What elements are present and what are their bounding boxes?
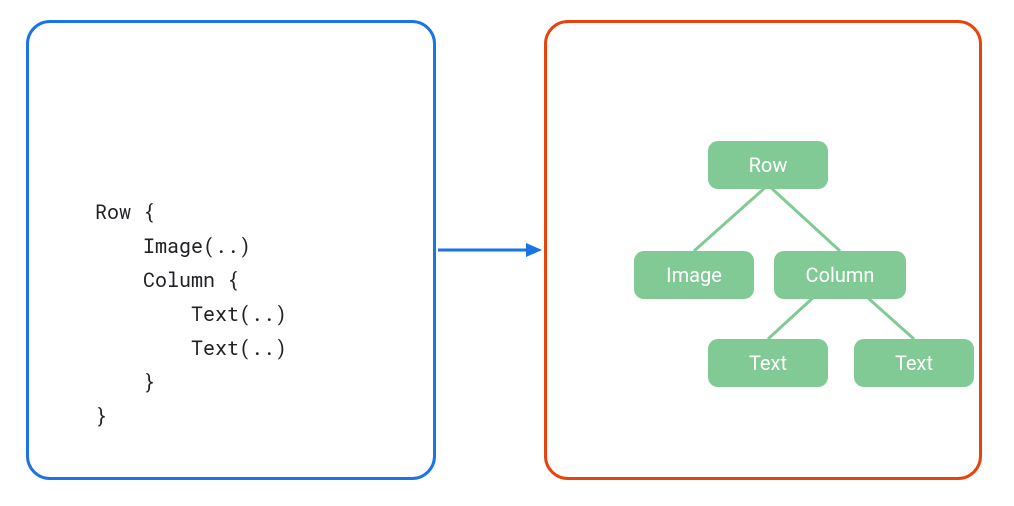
code-panel: Row { Image(..) Column { Text(..) Text(.…	[26, 20, 436, 480]
tree-node-text-1: Text	[708, 339, 828, 387]
tree-node-row: Row	[708, 141, 828, 189]
tree-diagram: Row Image Column Text Text	[544, 20, 982, 480]
tree-node-text-2: Text	[854, 339, 974, 387]
code-line: Text(..)	[95, 301, 287, 327]
code-line: Row {	[95, 199, 155, 225]
code-line: Text(..)	[95, 335, 287, 361]
code-line: Column {	[95, 267, 239, 293]
code-block: Row { Image(..) Column { Text(..) Text(.…	[95, 161, 287, 433]
tree-node-image: Image	[634, 251, 754, 299]
code-line: }	[95, 369, 155, 395]
code-line: Image(..)	[95, 233, 251, 259]
tree-edges	[544, 20, 982, 480]
arrow-icon	[438, 240, 542, 260]
tree-node-column: Column	[774, 251, 906, 299]
code-line: }	[95, 403, 107, 429]
